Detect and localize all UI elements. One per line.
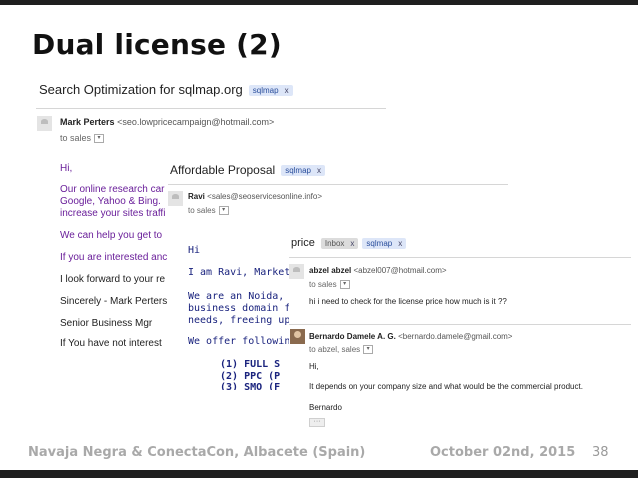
email-body-line: Hi: [188, 245, 201, 256]
label-remove-button[interactable]: x: [350, 239, 354, 248]
recipients-text: to abzel, sales: [309, 345, 361, 354]
label-remove-button[interactable]: x: [398, 239, 402, 248]
chevron-down-icon[interactable]: ▾: [363, 345, 374, 355]
email-divider: [168, 184, 508, 185]
email-subject: Affordable Proposal sqlmap x: [170, 163, 325, 177]
sender-email: <abzel007@hotmail.com>: [353, 266, 447, 275]
label-inbox[interactable]: Inbox x: [320, 237, 359, 249]
slide-bottom-bar: [0, 470, 638, 478]
label-remove-button[interactable]: x: [285, 86, 289, 95]
recipients-text: to sales: [309, 280, 337, 289]
slide-title: Dual license (2): [32, 28, 282, 61]
email-subject-text: Search Optimization for sqlmap.org: [39, 82, 243, 97]
email-body-line: (2) PPC (P: [220, 371, 281, 382]
recipients-text: to sales: [188, 206, 216, 215]
email-divider: [36, 108, 386, 109]
show-trimmed-content-button[interactable]: ···: [309, 418, 325, 427]
footer-date: October 02nd, 2015: [430, 445, 576, 460]
chevron-down-icon[interactable]: ▾: [339, 280, 350, 290]
sender-name: Ravi: [188, 192, 205, 201]
email-body-line: Bernardo: [309, 403, 342, 412]
sender-name: Bernardo Damele A. G.: [309, 332, 396, 341]
label-sqlmap[interactable]: sqlmap x: [248, 85, 293, 97]
footer-event: Navaja Negra & ConectaCon, Albacete (Spa…: [28, 445, 366, 460]
email-divider: [289, 257, 631, 258]
email-recipients: to sales ▾: [309, 280, 350, 290]
email-sender: abzel abzel <abzel007@hotmail.com>: [309, 266, 447, 275]
email-sender: Bernardo Damele A. G. <bernardo.damele@g…: [309, 332, 512, 341]
email-body-line: Senior Business Mgr: [60, 318, 153, 329]
sender-email: <seo.lowpricecampaign@hotmail.com>: [117, 117, 275, 127]
email-recipients: to sales ▾: [60, 133, 105, 144]
email-body-line: Sincerely - Mark Perters: [60, 296, 168, 307]
slide-top-bar: [0, 0, 638, 5]
email-sender: Mark Perters <seo.lowpricecampaign@hotma…: [60, 117, 274, 127]
sender-email: <bernardo.damele@gmail.com>: [398, 332, 513, 341]
email-body-line: I look forward to your re: [60, 274, 166, 285]
label-sqlmap[interactable]: sqlmap x: [362, 237, 407, 249]
email-recipients: to sales ▾: [188, 206, 229, 216]
email-body-line: If you are interested anc: [60, 252, 168, 263]
email-subject-text: price: [291, 237, 315, 249]
email-body-line: (1) FULL S: [220, 359, 281, 370]
email-sender: Ravi <sales@seoservicesonline.info>: [188, 192, 322, 201]
avatar-icon: [37, 116, 52, 131]
email-body-line: Hi,: [60, 163, 73, 174]
label-sqlmap[interactable]: sqlmap x: [281, 165, 325, 177]
email-body-line: hi i need to check for the license price…: [309, 297, 507, 306]
email-body-line: Google, Yahoo & Bing.: [60, 196, 161, 207]
email-body-line: We can help you get to: [60, 230, 163, 241]
email-subject-text: Affordable Proposal: [170, 163, 276, 177]
label-remove-button[interactable]: x: [317, 166, 321, 175]
avatar-icon: [168, 191, 183, 206]
avatar-photo: [290, 329, 305, 344]
sender-email: <sales@seoservicesonline.info>: [207, 192, 322, 201]
message-divider: [289, 324, 631, 325]
chevron-down-icon[interactable]: ▾: [218, 206, 229, 216]
page-number: 38: [592, 445, 609, 460]
email-panel-price: price Inbox x sqlmap x abzel abzel <abzel007…: [289, 233, 634, 433]
label-text: sqlmap: [252, 86, 279, 96]
email-body-line: Our online research car: [60, 184, 165, 195]
email-subject: Search Optimization for sqlmap.org sqlmap…: [39, 82, 293, 97]
avatar-icon: [289, 264, 304, 279]
email-body-line: If You have not interest: [60, 338, 162, 349]
label-text: sqlmap: [366, 238, 393, 248]
email-recipients: to abzel, sales ▾: [309, 345, 374, 355]
label-text: sqlmap: [285, 166, 311, 176]
sender-name: Mark Perters: [60, 117, 115, 127]
recipients-text: to sales: [60, 133, 92, 143]
label-text: Inbox: [324, 238, 345, 248]
sender-name: abzel abzel: [309, 266, 352, 275]
email-body-line: We are an Noida, Ir: [188, 291, 303, 302]
email-body-line: It depends on your company size and what…: [309, 382, 583, 391]
email-subject: price Inbox x sqlmap x: [291, 237, 407, 249]
chevron-down-icon[interactable]: ▾: [94, 134, 105, 144]
email-body-line: business domain fr: [188, 303, 297, 314]
email-body-line: increase your sites traffi: [60, 208, 166, 219]
email-body-line: (3) SMO (F: [220, 382, 281, 390]
email-body-line: Hi,: [309, 362, 319, 371]
